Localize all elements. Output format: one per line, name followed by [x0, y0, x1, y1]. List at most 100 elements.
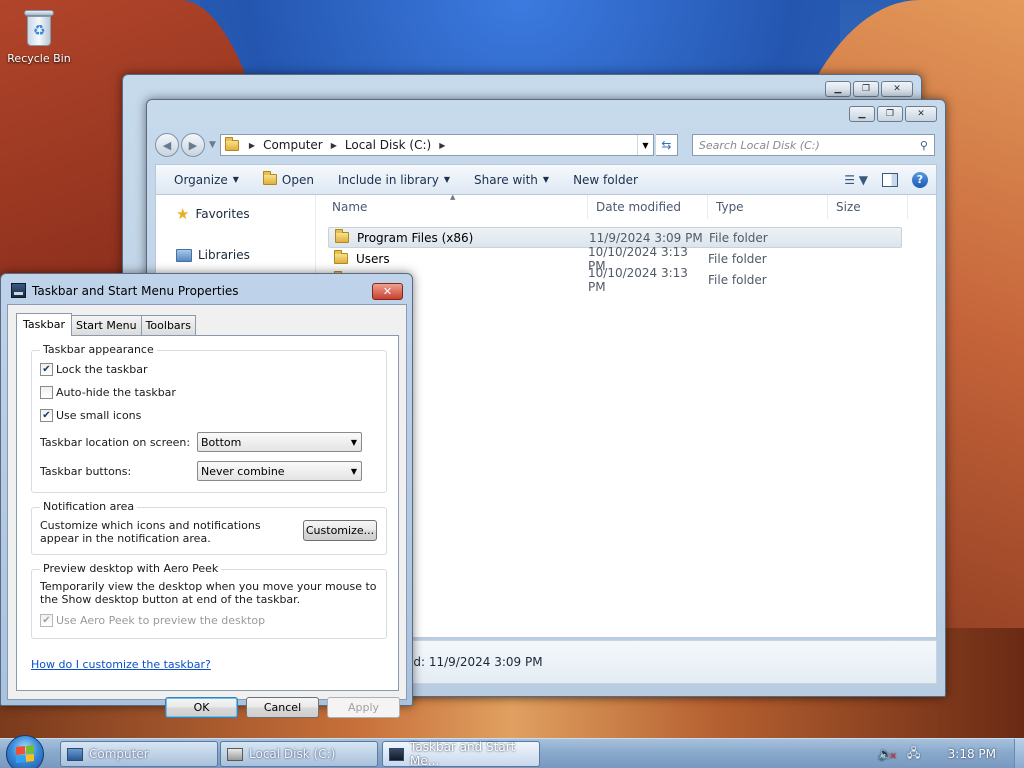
small-icons-checkbox[interactable]: ✔ Use small icons: [40, 409, 141, 422]
refresh-button[interactable]: ⇆: [655, 134, 678, 156]
close-icon[interactable]: ✕: [881, 81, 913, 97]
file-date: 10/10/2024 3:13 PM: [588, 265, 688, 294]
column-header-date-modified[interactable]: Date modified: [588, 195, 708, 219]
volume-muted-icon[interactable]: 🔈: [878, 747, 896, 761]
clock[interactable]: 3:18 PM: [948, 747, 996, 761]
recycle-bin-label: Recycle Bin: [7, 52, 71, 65]
address-dropdown-icon[interactable]: ▼: [636, 135, 653, 155]
chevron-down-icon: ▼: [542, 175, 550, 184]
column-header-size[interactable]: Size: [828, 195, 908, 219]
taskbar-button-computer[interactable]: Computer: [60, 741, 218, 767]
close-button[interactable]: ✕: [372, 283, 403, 300]
chevron-down-icon: ▼: [232, 175, 239, 184]
nav-item-favorites-label: Favorites: [195, 207, 250, 221]
cancel-button[interactable]: Cancel: [246, 697, 319, 718]
minimize-icon[interactable]: ▁: [825, 81, 851, 97]
maximize-icon[interactable]: ❐: [877, 106, 903, 122]
ok-button[interactable]: OK: [165, 697, 238, 718]
lock-taskbar-checkbox[interactable]: ✔ Lock the taskbar: [40, 363, 148, 376]
forward-button[interactable]: ▶: [181, 133, 205, 157]
nav-item-libraries-label: Libraries: [198, 248, 250, 262]
checkbox-checked-icon: ✔: [40, 614, 53, 627]
new-folder-button[interactable]: New folder: [561, 173, 650, 187]
network-icon[interactable]: 🖧: [906, 746, 922, 761]
include-in-library-label: Include in library: [337, 172, 439, 187]
column-header-type[interactable]: Type: [708, 195, 828, 219]
search-icon[interactable]: ⚲: [920, 139, 928, 152]
column-date-label: Date modified: [596, 200, 682, 214]
address-bar[interactable]: ▶ Computer ▶ Local Disk (C:) ▶ ▼: [219, 134, 654, 156]
start-button[interactable]: [6, 735, 44, 768]
breadcrumb-chevron-icon[interactable]: ▶: [331, 141, 337, 150]
computer-icon: [224, 136, 239, 151]
recycle-bin-desktop-icon[interactable]: Recycle Bin: [6, 6, 72, 65]
share-with-button[interactable]: Share with ▼: [462, 173, 561, 187]
group-aero-peek: Preview desktop with Aero Peek Temporari…: [31, 562, 387, 639]
file-type: File folder: [708, 251, 767, 266]
tab-start-menu[interactable]: Start Menu: [71, 315, 142, 335]
taskbar-properties-icon: [11, 283, 26, 298]
taskbar-properties-dialog[interactable]: Taskbar and Start Menu Properties ✕ Task…: [0, 273, 413, 718]
close-icon[interactable]: ✕: [905, 106, 937, 122]
breadcrumb-chevron-icon[interactable]: ▶: [439, 141, 445, 150]
new-folder-label: New folder: [573, 172, 638, 187]
details-date-modified: ed: 11/9/2024 3:09 PM: [406, 655, 543, 669]
nav-item-favorites[interactable]: ★ Favorites: [176, 205, 250, 223]
command-bar: Organize ▼ Open Include in library ▼ Share…: [155, 164, 937, 194]
include-in-library-button[interactable]: Include in library ▼: [326, 173, 462, 187]
file-row[interactable]: 10/10/2024 3:13 PM File folder: [328, 266, 902, 294]
dialog-title: Taskbar and Start Menu Properties: [32, 283, 239, 298]
tab-toolbars[interactable]: Toolbars: [140, 315, 196, 335]
taskbar-button-label: Computer: [89, 747, 149, 761]
open-folder-icon: [262, 171, 277, 185]
nav-item-libraries[interactable]: Libraries: [176, 248, 250, 262]
breadcrumb-computer[interactable]: Computer: [263, 138, 323, 152]
view-options-icon[interactable]: ☰ ▼: [844, 173, 868, 187]
help-link[interactable]: How do I customize the taskbar?: [31, 658, 211, 671]
preview-pane-icon[interactable]: [882, 172, 898, 187]
taskbar-buttons-select[interactable]: Never combine ▼: [197, 461, 362, 481]
file-name: Users: [356, 251, 390, 266]
column-name-label: Name: [332, 200, 368, 214]
search-input[interactable]: Search Local Disk (C:) ⚲: [691, 134, 935, 156]
maximize-icon[interactable]: ❐: [853, 81, 879, 97]
taskbar-tab-panel: Taskbar appearance ✔ Lock the taskbar Au…: [16, 335, 399, 691]
share-with-label: Share with: [474, 172, 538, 187]
taskbar-buttons-value: Never combine: [201, 464, 285, 478]
chevron-down-icon: ▼: [350, 437, 358, 447]
back-arrow-icon: ◀: [162, 138, 172, 152]
aero-peek-checkbox: ✔ Use Aero Peek to preview the desktop: [40, 614, 265, 627]
customize-button[interactable]: Customize...: [303, 520, 377, 541]
navigation-row: ◀ ▶ ▼ ▶ Computer ▶ Local Disk (C:) ▶ ▼ ⇆…: [155, 132, 937, 158]
dialog-title-bar: Taskbar and Start Menu Properties: [11, 283, 239, 298]
file-type: File folder: [708, 272, 767, 287]
chevron-down-icon: ▼: [443, 175, 450, 184]
show-desktop-button[interactable]: [1014, 739, 1024, 768]
recent-pages-chevron-icon[interactable]: ▼: [209, 140, 216, 150]
checkbox-unchecked-icon: [40, 386, 53, 399]
chevron-down-icon: ▼: [350, 466, 358, 476]
auto-hide-checkbox[interactable]: Auto-hide the taskbar: [40, 386, 176, 399]
minimize-icon[interactable]: ▁: [849, 106, 875, 122]
column-size-label: Size: [836, 200, 861, 214]
taskbar-button-properties[interactable]: Taskbar and Start Me...: [382, 740, 540, 768]
breadcrumb-chevron-icon[interactable]: ▶: [249, 141, 255, 150]
search-placeholder: Search Local Disk (C:): [698, 138, 820, 152]
file-date: 11/9/2024 3:09 PM: [589, 230, 703, 245]
open-button[interactable]: Open: [251, 171, 326, 187]
help-icon[interactable]: ?: [912, 171, 928, 188]
back-button[interactable]: ◀: [155, 133, 179, 157]
taskbar-buttons-label: Taskbar buttons:: [40, 465, 132, 478]
taskbar-location-select[interactable]: Bottom ▼: [197, 432, 362, 452]
forward-arrow-icon: ▶: [188, 138, 198, 152]
taskbar-button-local-disk[interactable]: Local Disk (C:): [220, 741, 378, 767]
group-notification-area: Notification area Customize which icons …: [31, 500, 387, 555]
organize-button[interactable]: Organize ▼: [162, 173, 251, 187]
tab-taskbar[interactable]: Taskbar: [16, 313, 72, 336]
windows-logo-icon: [16, 745, 34, 763]
column-header-name[interactable]: ▲ Name: [316, 193, 588, 219]
checkbox-label: Auto-hide the taskbar: [56, 386, 176, 399]
breadcrumb-local-disk[interactable]: Local Disk (C:): [345, 138, 431, 152]
apply-button: Apply: [327, 697, 400, 718]
properties-icon: [389, 747, 405, 761]
